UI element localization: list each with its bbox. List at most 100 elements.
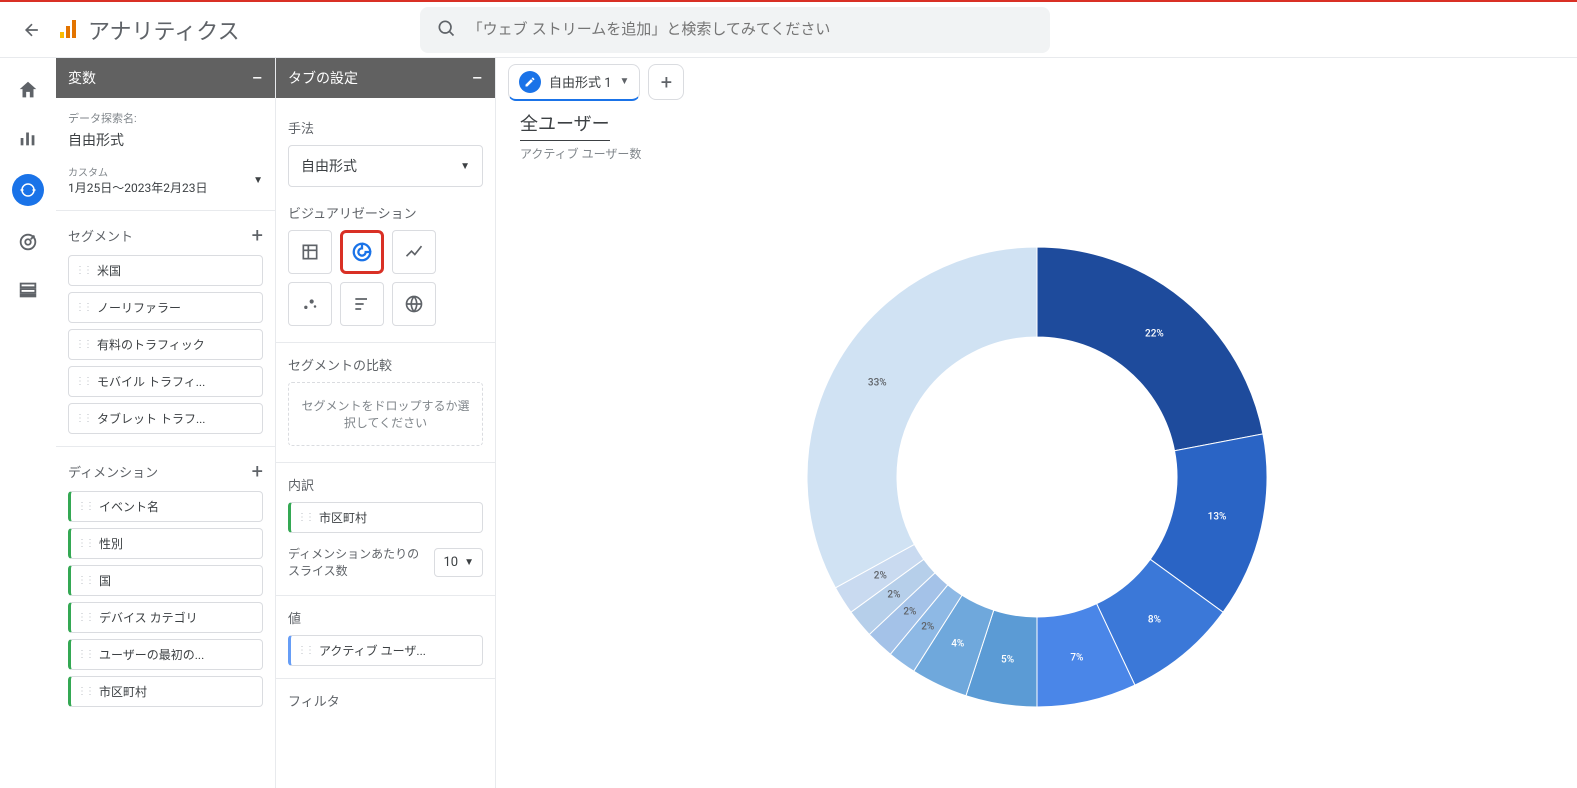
tab-settings-header: タブの設定 −	[276, 58, 495, 98]
drag-handle-icon: ⋮⋮	[75, 265, 91, 276]
segment-chip[interactable]: ⋮⋮ タブレット トラフ...	[68, 403, 263, 434]
dimension-chip[interactable]: ⋮⋮市区町村	[68, 676, 263, 707]
nav-configure-icon[interactable]	[16, 278, 40, 302]
collapse-tab-settings-button[interactable]: −	[472, 66, 483, 90]
segment-chip[interactable]: ⋮⋮ 米国	[68, 255, 263, 286]
dimensions-section-label: ディメンション	[68, 462, 158, 481]
tab-bar: 自由形式 1 ▼ +	[496, 58, 1577, 106]
segment-chip-label: 米国	[97, 262, 121, 279]
breakdown-chip[interactable]: ⋮⋮ 市区町村	[288, 502, 483, 533]
drag-handle-icon: ⋮⋮	[77, 649, 93, 660]
segment-chip-label: 有料のトラフィック	[97, 336, 205, 353]
variables-panel-header: 変数 −	[56, 58, 275, 98]
dimension-chip[interactable]: ⋮⋮ イベント名	[68, 491, 263, 522]
drag-handle-icon: ⋮⋮	[75, 302, 91, 313]
variables-panel: 変数 − データ探索名: 自由形式 カスタム 1月25日～2023年2月23日 …	[56, 58, 276, 788]
collapse-variables-button[interactable]: −	[252, 66, 263, 90]
variables-panel-title: 変数	[68, 68, 96, 88]
donut-slice[interactable]	[807, 247, 1037, 588]
exploration-name[interactable]: 自由形式	[68, 130, 263, 150]
slices-select[interactable]: 10 ▼	[434, 548, 483, 577]
segment-drop-zone[interactable]: セグメントをドロップするか選択してください	[288, 382, 483, 446]
exploration-name-label: データ探索名:	[68, 110, 263, 126]
drag-handle-icon: ⋮⋮	[297, 512, 313, 523]
segment-chip[interactable]: ⋮⋮ ノーリファラー	[68, 292, 263, 323]
tab-label: 自由形式 1	[549, 72, 612, 91]
add-dimension-button[interactable]: +	[252, 459, 263, 483]
dimension-chip[interactable]: ⋮⋮ デバイス カテゴリ	[68, 602, 263, 633]
technique-label: 手法	[288, 118, 483, 137]
date-range-value: 1月25日～2023年2月23日	[68, 179, 207, 196]
segment-chip-label: ノーリファラー	[97, 299, 181, 316]
dropdown-caret-icon: ▼	[253, 175, 263, 186]
tab-settings-panel: タブの設定 − 手法 自由形式 ▼ ビジュアリゼーション セグメントの比較 セグ…	[276, 58, 496, 788]
search-input[interactable]	[468, 21, 1034, 38]
dropdown-caret-icon: ▼	[460, 161, 470, 172]
viz-line-button[interactable]	[392, 230, 436, 274]
drag-handle-icon: ⋮⋮	[75, 339, 91, 350]
search-box[interactable]	[420, 7, 1050, 53]
tab-settings-title: タブの設定	[288, 68, 358, 88]
filter-label: フィルタ	[288, 691, 483, 710]
slices-per-dimension-label: ディメンションあたりのスライス数	[288, 545, 426, 579]
dimension-chip-label: 国	[99, 572, 111, 589]
edit-icon	[519, 71, 541, 93]
drag-handle-icon: ⋮⋮	[77, 686, 93, 697]
drag-handle-icon: ⋮⋮	[77, 575, 93, 586]
viz-geo-button[interactable]	[392, 282, 436, 326]
value-chip[interactable]: ⋮⋮ アクティブ ユーザ...	[288, 635, 483, 666]
drag-handle-icon: ⋮⋮	[75, 413, 91, 424]
segment-chip[interactable]: ⋮⋮ モバイル トラフィ...	[68, 366, 263, 397]
nav-reports-icon[interactable]	[16, 126, 40, 150]
dimension-chip-label: ユーザーの最初の...	[99, 646, 204, 663]
viz-bar-button[interactable]	[340, 282, 384, 326]
nav-home-icon[interactable]	[16, 78, 40, 102]
nav-explore-icon[interactable]	[12, 174, 44, 206]
drag-handle-icon: ⋮⋮	[75, 376, 91, 387]
value-chip-label: アクティブ ユーザ...	[319, 642, 426, 659]
dimension-chip-label: デバイス カテゴリ	[99, 609, 198, 626]
segment-chip-label: モバイル トラフィ...	[97, 373, 205, 390]
segment-compare-label: セグメントの比較	[288, 355, 483, 374]
add-segment-button[interactable]: +	[252, 223, 263, 247]
dimension-chip[interactable]: ⋮⋮性別	[68, 528, 263, 559]
add-tab-button[interactable]: +	[648, 64, 684, 100]
dimension-chip[interactable]: ⋮⋮ ユーザーの最初の...	[68, 639, 263, 670]
segment-chip[interactable]: ⋮⋮ 有料のトラフィック	[68, 329, 263, 360]
segments-section-label: セグメント	[68, 226, 133, 245]
segment-chip-label: タブレット トラフ...	[97, 410, 205, 427]
breakdown-label: 内訳	[288, 475, 483, 494]
visualization-label: ビジュアリゼーション	[288, 203, 483, 222]
slices-value: 10	[443, 555, 458, 570]
date-preset-label: カスタム	[68, 164, 207, 179]
donut-slice[interactable]	[1037, 247, 1263, 451]
chart-subtitle: アクティブ ユーザー数	[520, 145, 1553, 162]
app-header: アナリティクス	[0, 2, 1577, 58]
dimension-chip[interactable]: ⋮⋮ 国	[68, 565, 263, 596]
viz-table-button[interactable]	[288, 230, 332, 274]
exploration-tab[interactable]: 自由形式 1 ▼	[508, 64, 640, 101]
tab-dropdown-icon[interactable]: ▼	[620, 76, 630, 87]
viz-scatter-button[interactable]	[288, 282, 332, 326]
donut-chart: 22%13%8%7%5%4%2%2%2%2%33%	[797, 237, 1277, 717]
dimension-chip-label: 性別	[99, 535, 123, 552]
dropdown-caret-icon: ▼	[464, 557, 474, 568]
nav-advertising-icon[interactable]	[16, 230, 40, 254]
values-label: 値	[288, 608, 483, 627]
app-name: アナリティクス	[88, 14, 240, 46]
search-icon	[436, 18, 456, 42]
breakdown-chip-label: 市区町村	[319, 509, 367, 526]
analytics-logo-icon	[56, 18, 80, 42]
viz-donut-button[interactable]	[340, 230, 384, 274]
drag-handle-icon: ⋮⋮	[77, 501, 93, 512]
drag-handle-icon: ⋮⋮	[77, 612, 93, 623]
drag-handle-icon: ⋮⋮	[297, 645, 313, 656]
dimension-chip-label: イベント名	[99, 498, 159, 515]
product-logo[interactable]: アナリティクス	[56, 14, 240, 46]
chart-title: 全ユーザー	[520, 110, 610, 141]
date-range-picker[interactable]: カスタム 1月25日～2023年2月23日 ▼	[68, 164, 263, 196]
canvas: 自由形式 1 ▼ + 全ユーザー アクティブ ユーザー数 22%13%8%7%5…	[496, 58, 1577, 788]
back-arrow[interactable]	[12, 20, 52, 40]
technique-select[interactable]: 自由形式 ▼	[288, 145, 483, 187]
technique-value: 自由形式	[301, 156, 357, 176]
